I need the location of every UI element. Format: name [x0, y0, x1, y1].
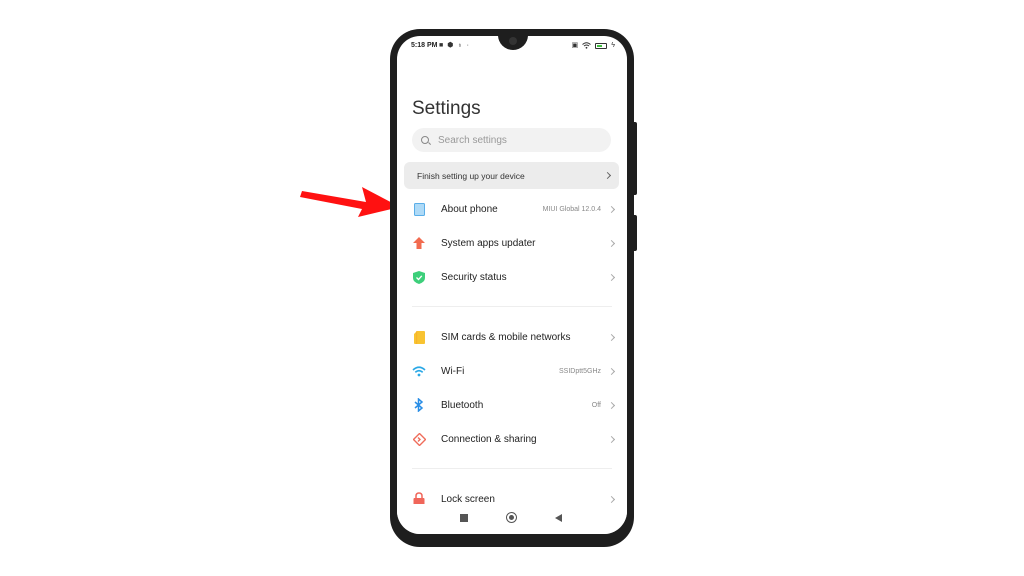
finish-setup-label: Finish setting up your device [417, 170, 525, 181]
settings-item-about-phone[interactable]: About phone MIUI Global 12.0.4 [397, 194, 627, 224]
recents-button[interactable] [460, 514, 468, 522]
chevron-right-icon [607, 401, 616, 409]
item-label: Connection & sharing [441, 433, 537, 445]
front-camera [509, 37, 517, 45]
settings-item-system-apps-updater[interactable]: System apps updater [397, 228, 627, 258]
chevron-right-icon [607, 239, 616, 247]
phone-screen: 5:18 PM ■ ⬢ ♁ · ▣ ϟ Settings Search sett… [397, 36, 627, 534]
sim-icon: ▣ [571, 42, 579, 49]
page-title: Settings [412, 98, 481, 119]
settings-item-connection-sharing[interactable]: Connection & sharing [397, 424, 627, 454]
section-divider [412, 468, 612, 469]
chevron-right-icon [607, 333, 616, 341]
home-button[interactable] [506, 512, 517, 523]
chevron-right-icon [607, 273, 616, 281]
phone-frame: 5:18 PM ■ ⬢ ♁ · ▣ ϟ Settings Search sett… [390, 29, 634, 547]
location-icon: ♁ [457, 42, 463, 49]
search-icon [421, 136, 429, 144]
chevron-right-icon [607, 435, 616, 443]
battery-icon [595, 42, 608, 49]
charging-icon: ϟ [611, 42, 615, 49]
item-label: SIM cards & mobile networks [441, 331, 571, 343]
dot-icon: · [466, 42, 469, 49]
back-button[interactable] [555, 514, 562, 522]
phone-icon [412, 202, 426, 216]
item-label: System apps updater [441, 237, 536, 249]
connection-sharing-icon [412, 432, 426, 446]
wifi-icon [412, 364, 426, 378]
chevron-right-icon [603, 171, 612, 180]
bluetooth-icon [412, 398, 426, 412]
navigation-bar [397, 504, 627, 534]
sim-card-icon [412, 330, 426, 344]
arrow-up-icon [412, 236, 426, 250]
settings-item-wifi[interactable]: Wi-Fi SSIDptt5GHz [397, 356, 627, 386]
settings-item-security-status[interactable]: Security status [397, 262, 627, 292]
red-arrow-annotation [300, 187, 400, 217]
finish-setup-banner[interactable]: Finish setting up your device [404, 162, 619, 189]
video-camera-icon: ■ [439, 42, 444, 49]
shield-check-icon [412, 270, 426, 284]
shield-icon: ⬢ [447, 42, 454, 49]
settings-item-sim-cards[interactable]: SIM cards & mobile networks [397, 322, 627, 352]
chevron-right-icon [607, 495, 616, 503]
item-label: Bluetooth [441, 399, 484, 411]
item-label: Lock screen [441, 493, 495, 505]
search-placeholder: Search settings [438, 134, 507, 146]
settings-item-bluetooth[interactable]: Bluetooth Off [397, 390, 627, 420]
status-time: 5:18 PM [411, 42, 438, 49]
item-label: Security status [441, 271, 507, 283]
wifi-icon [582, 42, 592, 49]
item-value: Off [591, 401, 601, 409]
item-label: Wi-Fi [441, 365, 465, 377]
item-value: MIUI Global 12.0.4 [542, 205, 601, 213]
search-input[interactable]: Search settings [412, 128, 611, 152]
item-label: About phone [441, 203, 498, 215]
chevron-right-icon [607, 367, 616, 375]
section-divider [412, 306, 612, 307]
chevron-right-icon [607, 205, 616, 213]
item-value: SSIDptt5GHz [558, 367, 601, 375]
